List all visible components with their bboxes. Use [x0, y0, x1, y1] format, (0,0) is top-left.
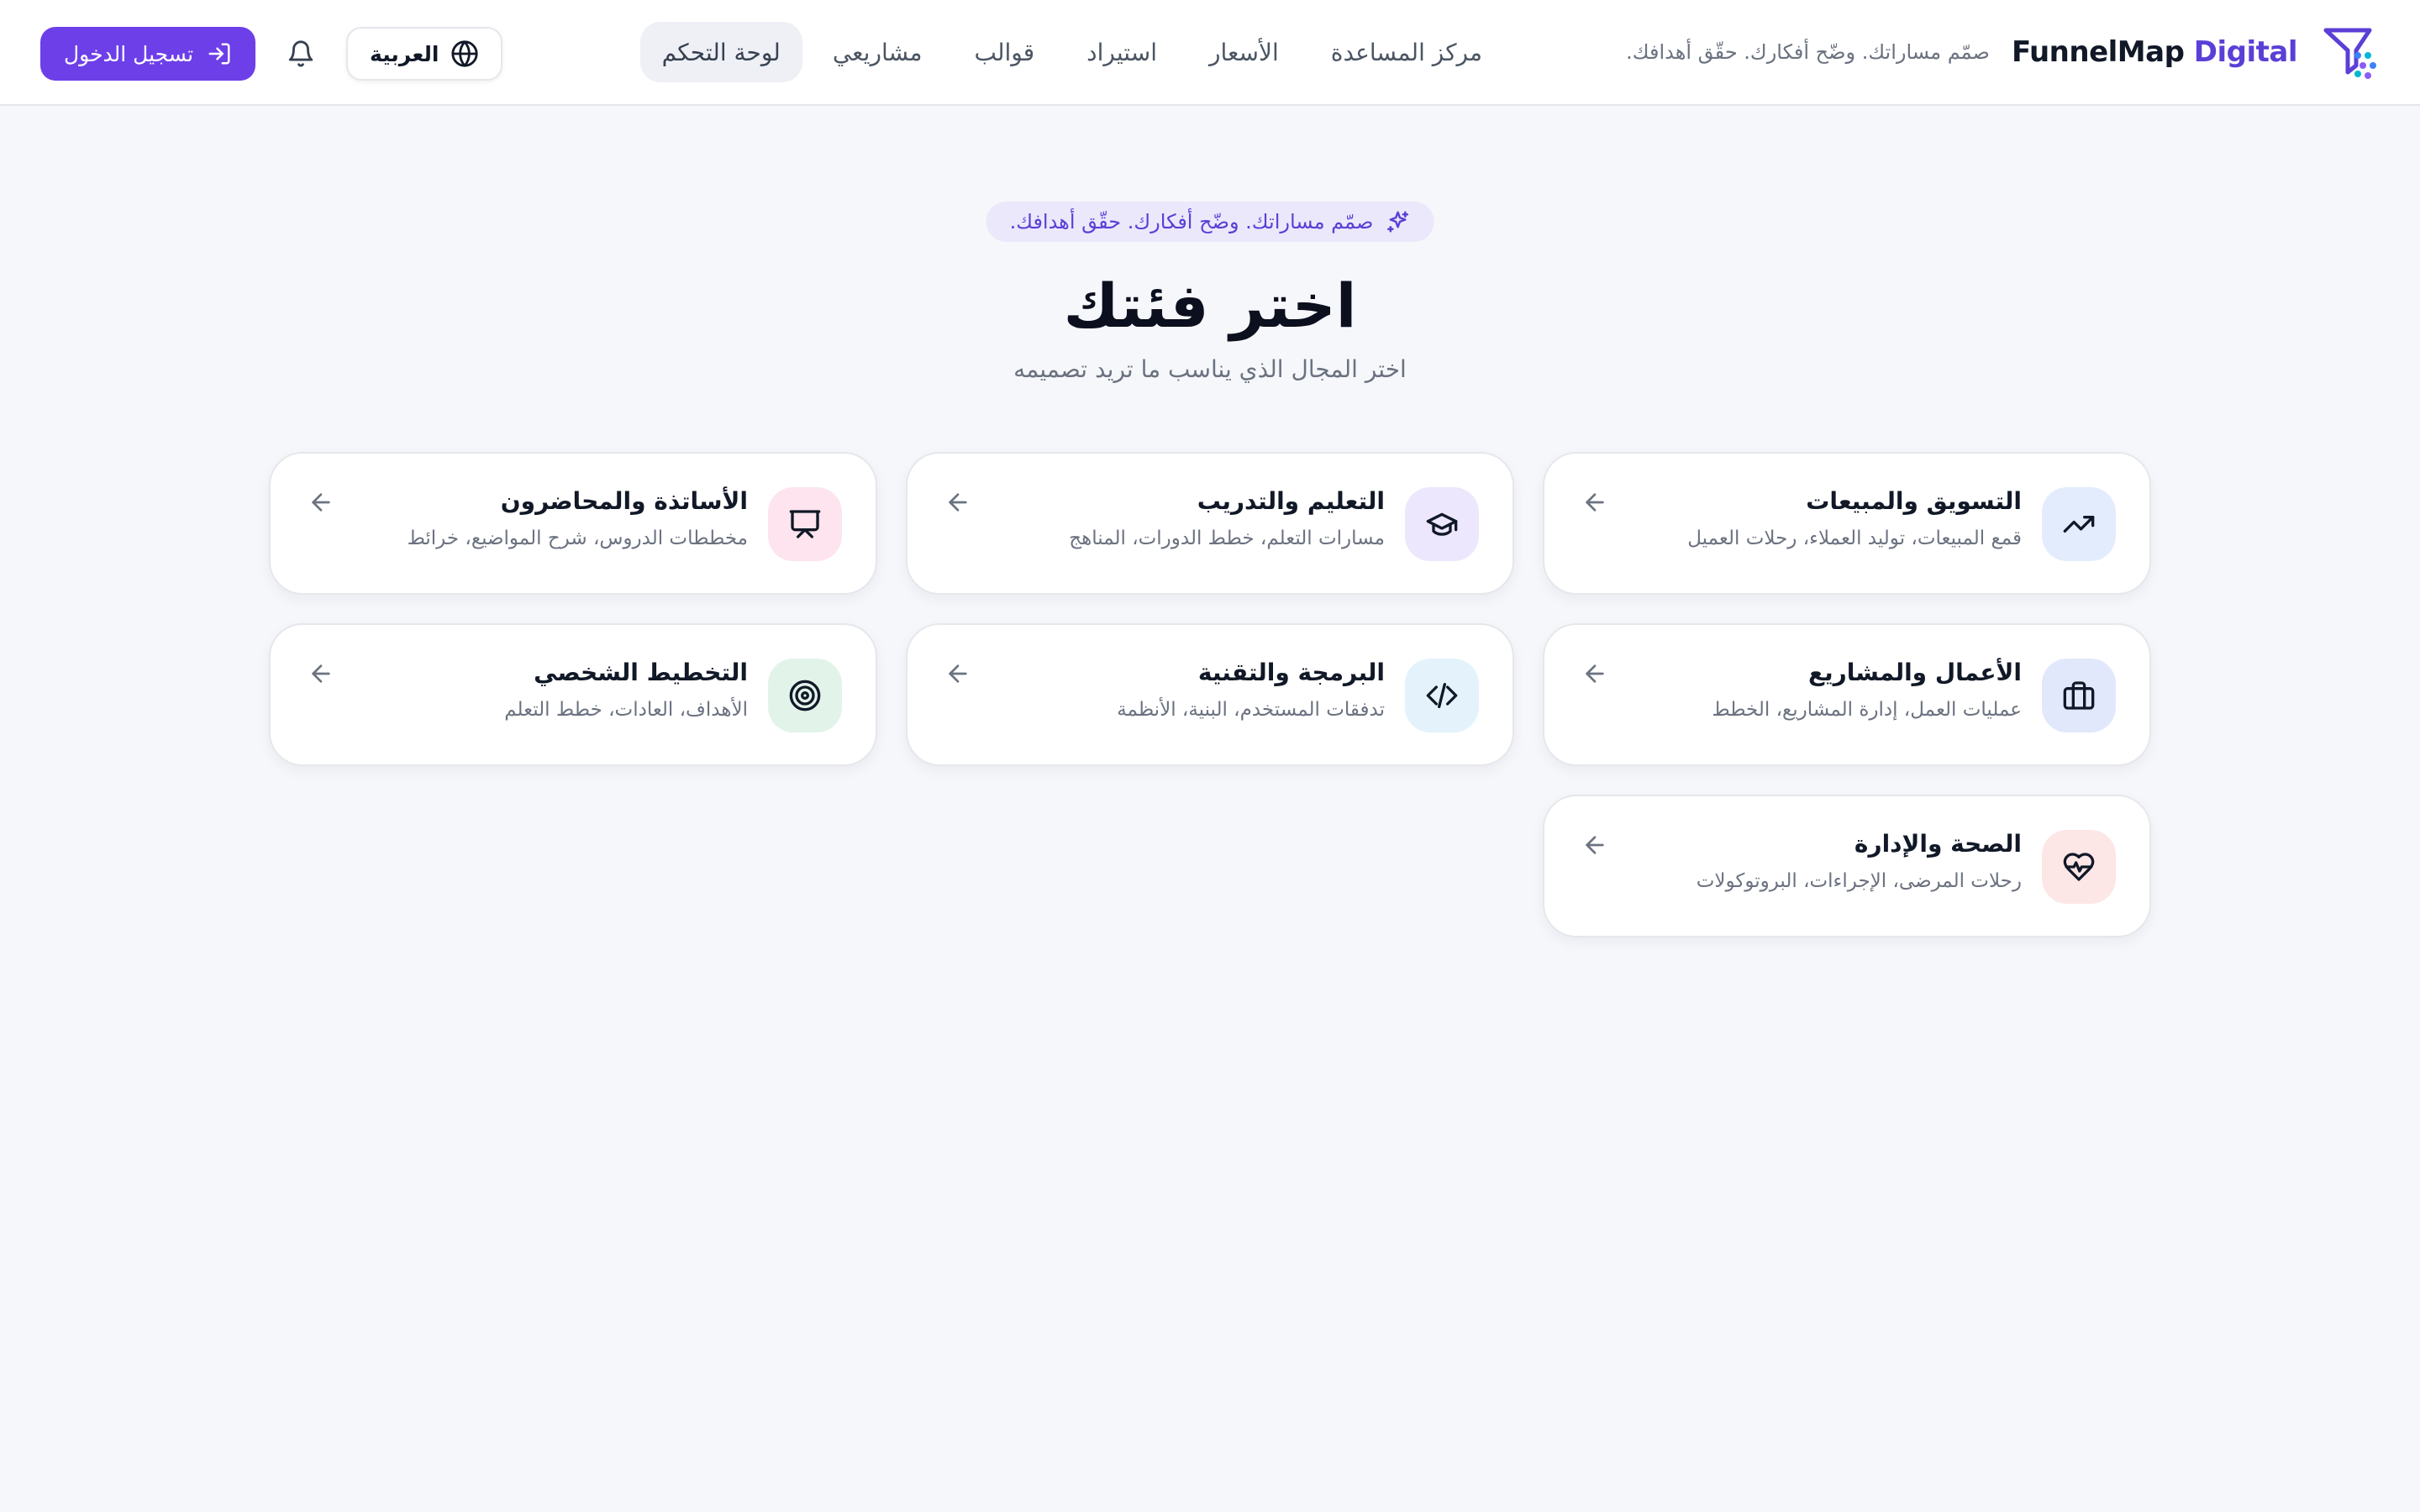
card-title: التعليم والتدريب: [1197, 487, 1385, 515]
arrow-left-icon: [1581, 489, 1608, 516]
top-header: FunnelMap Digital صمّم مساراتك. وضّح أفك…: [0, 0, 2420, 106]
page-title: اختر فئتك: [1063, 270, 1357, 341]
card-icon-box: [2042, 830, 2116, 904]
briefcase-icon: [2062, 679, 2096, 712]
page-subtitle: اختر المجال الذي يناسب ما تريد تصميمه: [1013, 355, 1407, 383]
arrow-left-icon: [1581, 660, 1608, 687]
brand[interactable]: FunnelMap Digital صمّم مساراتك. وضّح أفك…: [1626, 22, 2380, 82]
card-title: الأساتذة والمحاضرون: [500, 487, 748, 515]
card-title: الأعمال والمشاريع: [1808, 659, 2022, 686]
code-icon: [1425, 679, 1459, 712]
target-icon: [788, 679, 822, 712]
category-card-personal-planning[interactable]: التخطيط الشخصي الأهداف، العادات، خطط الت…: [269, 623, 877, 766]
arrow-left-icon: [1581, 832, 1608, 858]
language-switcher[interactable]: العربية: [346, 27, 503, 81]
brand-name-accent: Digital: [2193, 35, 2298, 69]
brand-tagline: صمّم مساراتك. وضّح أفكارك. حقّق أهدافك.: [1626, 40, 1990, 64]
nav-help-center[interactable]: مركز المساعدة: [1309, 22, 1504, 82]
card-description: رحلات المرضى، الإجراءات، البروتوكولات: [1696, 870, 2022, 892]
card-icon-box: [768, 659, 842, 732]
heart-pulse-icon: [2062, 850, 2096, 884]
category-grid: التسويق والمبيعات قمع المبيعات، توليد ال…: [269, 452, 2151, 939]
card-description: مسارات التعلم، خطط الدورات، المناهج: [1069, 528, 1385, 549]
tagline-pill: صمّم مساراتك. وضّح أفكارك. حقّق أهدافك.: [986, 202, 1434, 242]
category-card-business[interactable]: الأعمال والمشاريع عمليات العمل، إدارة ال…: [1543, 623, 2151, 766]
tagline-pill-text: صمّم مساراتك. وضّح أفكارك. حقّق أهدافك.: [1009, 210, 1374, 234]
card-description: قمع المبيعات، توليد العملاء، رحلات العمي…: [1687, 528, 2022, 549]
sparkles-icon: [1385, 209, 1410, 234]
nav-templates[interactable]: قوالب: [953, 22, 1057, 82]
nav-dashboard[interactable]: لوحة التحكم: [639, 22, 802, 82]
card-title: الصحة والإدارة: [1854, 830, 2022, 858]
card-description: مخططات الدروس، شرح المواضيع، خرائط: [407, 528, 748, 549]
bell-icon[interactable]: [284, 37, 318, 71]
category-card-marketing[interactable]: التسويق والمبيعات قمع المبيعات، توليد ال…: [1543, 452, 2151, 595]
card-title: التخطيط الشخصي: [534, 659, 748, 686]
card-icon-box: [2042, 487, 2116, 561]
card-description: عمليات العمل، إدارة المشاريع، الخطط: [1712, 699, 2022, 721]
card-description: الأهداف، العادات، خطط التعلم: [504, 699, 748, 721]
card-icon-box: [768, 487, 842, 561]
card-title: التسويق والمبيعات: [1806, 487, 2022, 515]
card-icon-box: [1405, 487, 1479, 561]
nav-my-projects[interactable]: مشاريعي: [811, 22, 944, 82]
language-label: العربية: [370, 41, 439, 66]
login-icon: [207, 41, 232, 66]
category-card-programming[interactable]: البرمجة والتقنية تدفقات المستخدم، البنية…: [906, 623, 1514, 766]
globe-icon: [450, 39, 479, 68]
card-description: تدفقات المستخدم، البنية، الأنظمة: [1117, 699, 1385, 721]
brand-name-prefix: FunnelMap: [2011, 35, 2185, 69]
card-title: البرمجة والتقنية: [1197, 659, 1385, 686]
header-actions: تسجيل الدخول العربية: [40, 27, 503, 81]
category-card-education[interactable]: التعليم والتدريب مسارات التعلم، خطط الدو…: [906, 452, 1514, 595]
category-card-teachers[interactable]: الأساتذة والمحاضرون مخططات الدروس، شرح ا…: [269, 452, 877, 595]
card-icon-box: [2042, 659, 2116, 732]
nav-pricing[interactable]: الأسعار: [1187, 22, 1301, 82]
arrow-left-icon: [944, 489, 971, 516]
main-nav: لوحة التحكم مشاريعي قوالب استيراد الأسعا…: [639, 22, 1504, 82]
trending-up-icon: [2062, 507, 2096, 541]
card-icon-box: [1405, 659, 1479, 732]
login-label: تسجيل الدخول: [64, 41, 194, 66]
nav-import[interactable]: استيراد: [1065, 22, 1179, 82]
category-card-health[interactable]: الصحة والإدارة رحلات المرضى، الإجراءات، …: [1543, 795, 2151, 937]
presentation-icon: [788, 507, 822, 541]
login-button[interactable]: تسجيل الدخول: [40, 27, 256, 81]
brand-name: FunnelMap Digital: [2011, 35, 2298, 69]
arrow-left-icon: [944, 660, 971, 687]
arrow-left-icon: [308, 660, 334, 687]
funnel-logo-icon: [2319, 22, 2380, 82]
arrow-left-icon: [308, 489, 334, 516]
graduation-cap-icon: [1425, 507, 1459, 541]
